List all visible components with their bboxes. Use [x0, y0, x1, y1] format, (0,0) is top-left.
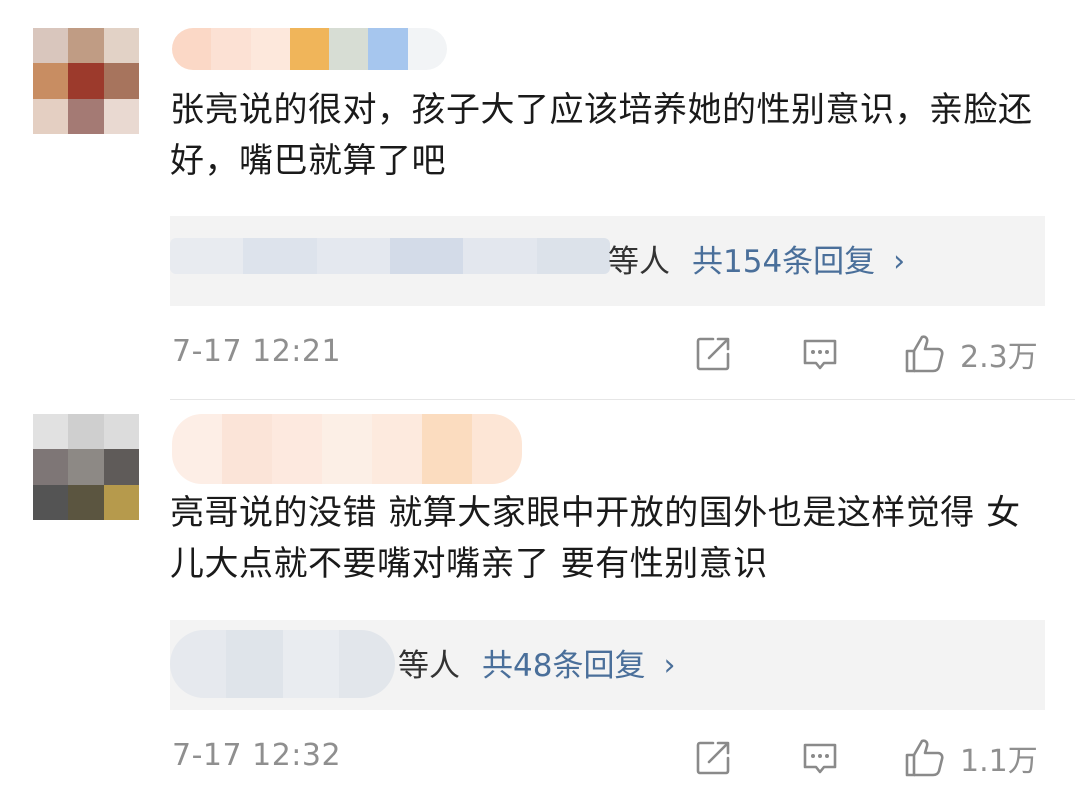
- reply-username-pixel: [170, 238, 244, 274]
- avatar-pixel: [68, 28, 104, 64]
- username-pixel: [172, 414, 222, 484]
- reply-count-link[interactable]: 共48条回复: [482, 646, 645, 686]
- avatar-pixel: [103, 63, 139, 99]
- reply-others-label: 等人: [608, 244, 670, 280]
- avatar-pixel: [33, 98, 69, 134]
- avatar-pixel: [68, 449, 104, 485]
- avatar-pixel: [33, 63, 69, 99]
- avatar[interactable]: [33, 28, 139, 134]
- username-pixel: [472, 414, 522, 484]
- username-pixel: [372, 414, 422, 484]
- username-pixel: [272, 414, 322, 484]
- reply-username-pixel: [338, 630, 395, 698]
- reply-preview-box[interactable]: 等人 共48条回复 ›: [170, 620, 1045, 710]
- comment-feed: 张亮说的很对，孩子大了应该培养她的性别意识，亲脸还好，嘴巴就算了吧 等人 共15…: [0, 0, 1075, 801]
- avatar-pixel: [103, 414, 139, 450]
- like-button[interactable]: 2.3万: [902, 332, 1038, 376]
- avatar-pixel: [68, 63, 104, 99]
- like-count: 2.3万: [960, 340, 1038, 375]
- thumbs-up-icon: [905, 739, 944, 777]
- comment-text: 亮哥说的没错 就算大家眼中开放的国外也是这样觉得 女儿大点就不要嘴对嘴亲了 要有…: [170, 493, 1021, 584]
- reply-username-pixel: [226, 630, 283, 698]
- username-pixel: [222, 414, 272, 484]
- forward-button[interactable]: [693, 736, 733, 780]
- avatar-pixel: [103, 98, 139, 134]
- comment-item: 张亮说的很对，孩子大了应该培养她的性别意识，亲脸还好，嘴巴就算了吧 等人 共15…: [0, 0, 1075, 400]
- avatar-pixel: [103, 449, 139, 485]
- reply-username-pixel: [243, 238, 317, 274]
- username-pixel: [211, 28, 251, 70]
- reply-username-pixel: [170, 630, 227, 698]
- comment-meta: 7-17 12:32 1.1万: [170, 732, 1045, 782]
- comment-button[interactable]: [800, 736, 840, 780]
- username-blurred[interactable]: [172, 414, 522, 484]
- reply-preview-box[interactable]: 等人 共154条回复 ›: [170, 216, 1045, 306]
- reply-others-label: 等人: [398, 648, 460, 684]
- chevron-right-icon: ›: [893, 244, 906, 279]
- username-pixel: [250, 28, 290, 70]
- avatar-pixel: [103, 28, 139, 64]
- username-blurred[interactable]: [172, 28, 447, 70]
- chevron-right-icon: ›: [663, 648, 676, 683]
- avatar-pixel: [33, 414, 69, 450]
- timestamp: 7-17 12:32: [172, 738, 342, 773]
- avatar-pixel: [68, 414, 104, 450]
- comment-button[interactable]: [800, 332, 840, 376]
- reply-username-pixel: [463, 238, 537, 274]
- reply-username-pixel: [389, 238, 464, 274]
- comment-bubble-icon: [803, 743, 837, 774]
- username-pixel: [322, 414, 372, 484]
- timestamp: 7-17 12:21: [172, 334, 342, 369]
- forward-button[interactable]: [693, 332, 733, 376]
- comment-meta: 7-17 12:21 2.3万: [170, 328, 1045, 378]
- username-pixel: [368, 28, 408, 70]
- reply-usernames-blurred: [170, 630, 395, 698]
- comment-item: 亮哥说的没错 就算大家眼中开放的国外也是这样觉得 女儿大点就不要嘴对嘴亲了 要有…: [0, 400, 1075, 801]
- reply-count-link[interactable]: 共154条回复: [692, 242, 875, 282]
- reply-username-pixel: [282, 630, 339, 698]
- reply-summary[interactable]: 等人 共48条回复 ›: [398, 646, 675, 686]
- reply-summary[interactable]: 等人 共154条回复 ›: [608, 242, 905, 282]
- username-pixel: [329, 28, 369, 70]
- avatar-pixel: [68, 484, 104, 520]
- username-pixel: [289, 28, 330, 70]
- reply-username-pixel: [536, 238, 610, 274]
- edit-square-icon: [696, 741, 730, 775]
- reply-username-pixel: [316, 238, 390, 274]
- like-count: 1.1万: [960, 744, 1038, 779]
- thumbs-up-icon: [905, 335, 944, 373]
- avatar-pixel: [103, 484, 139, 520]
- username-pixel: [407, 28, 447, 70]
- username-pixel: [172, 28, 212, 70]
- avatar[interactable]: [33, 414, 139, 520]
- username-pixel: [422, 414, 472, 484]
- avatar-pixel: [33, 484, 69, 520]
- avatar-pixel: [33, 28, 69, 64]
- comment-bubble-icon: [803, 339, 837, 370]
- avatar-pixel: [33, 449, 69, 485]
- reply-usernames-blurred: [170, 238, 610, 274]
- comment-text: 张亮说的很对，孩子大了应该培养她的性别意识，亲脸还好，嘴巴就算了吧: [170, 90, 1033, 181]
- avatar-pixel: [68, 98, 104, 134]
- edit-square-icon: [696, 337, 730, 371]
- like-button[interactable]: 1.1万: [902, 736, 1038, 780]
